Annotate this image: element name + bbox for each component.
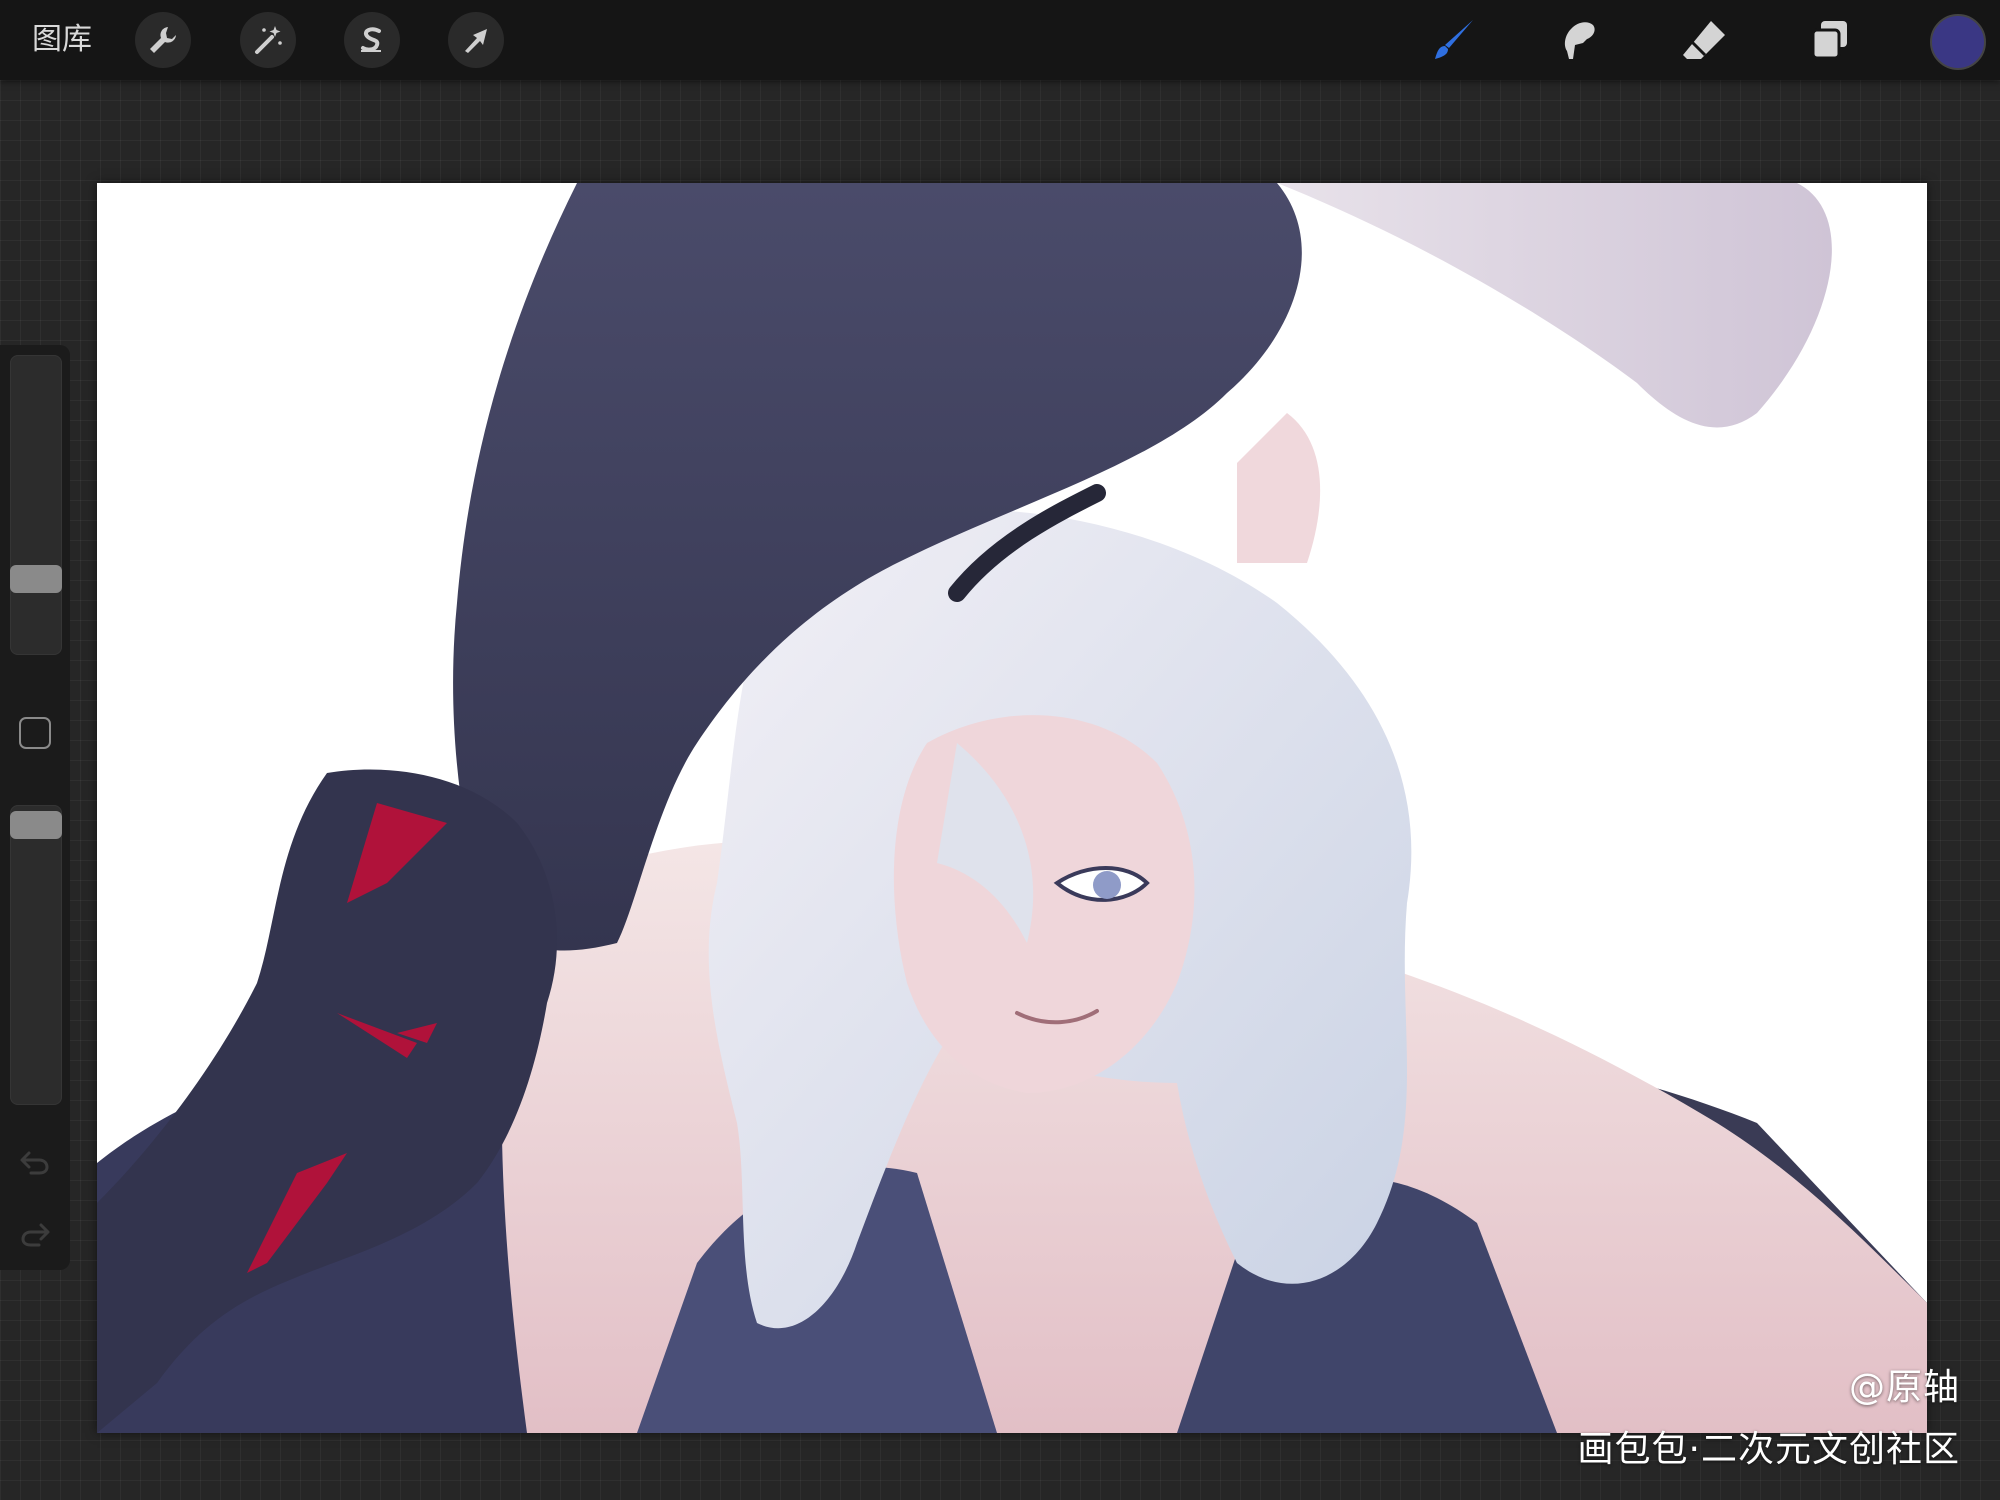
top-toolbar: 图库 <box>0 0 2000 80</box>
brush-icon <box>1435 20 1473 59</box>
layers-tool[interactable] <box>1800 10 1860 70</box>
selection-button[interactable] <box>344 12 400 68</box>
magic-wand-icon <box>255 26 282 54</box>
eraser-tool[interactable] <box>1674 10 1734 70</box>
redo-icon[interactable] <box>17 1215 53 1251</box>
drawing-canvas[interactable] <box>97 183 1927 1433</box>
selection-s-icon <box>361 27 381 52</box>
undo-icon[interactable] <box>17 1143 53 1179</box>
opacity-thumb[interactable] <box>10 811 62 839</box>
eraser-icon <box>1683 21 1725 59</box>
watermark-author: @原轴 <box>1848 1367 1960 1408</box>
brush-tool[interactable] <box>1424 10 1484 70</box>
modify-square-icon[interactable] <box>19 717 51 749</box>
smudge-finger-icon <box>1564 22 1595 59</box>
smudge-tool[interactable] <box>1548 10 1608 70</box>
adjustments-button[interactable] <box>240 12 296 68</box>
wrench-icon <box>150 27 176 53</box>
opacity-slider[interactable] <box>10 805 62 1105</box>
actions-button[interactable] <box>135 12 191 68</box>
color-swatch[interactable] <box>1930 14 1986 70</box>
watermark-site: 画包包·二次元文创社区 <box>1577 1429 1960 1470</box>
layers-icon <box>1811 21 1847 60</box>
brush-size-thumb[interactable] <box>10 565 62 593</box>
gallery-button[interactable]: 图库 <box>32 20 92 60</box>
arrow-cursor-icon <box>465 29 487 53</box>
artwork-illustration <box>97 183 1927 1433</box>
brush-size-slider[interactable] <box>10 355 62 655</box>
left-sidebar <box>0 345 70 1270</box>
transform-button[interactable] <box>448 12 504 68</box>
